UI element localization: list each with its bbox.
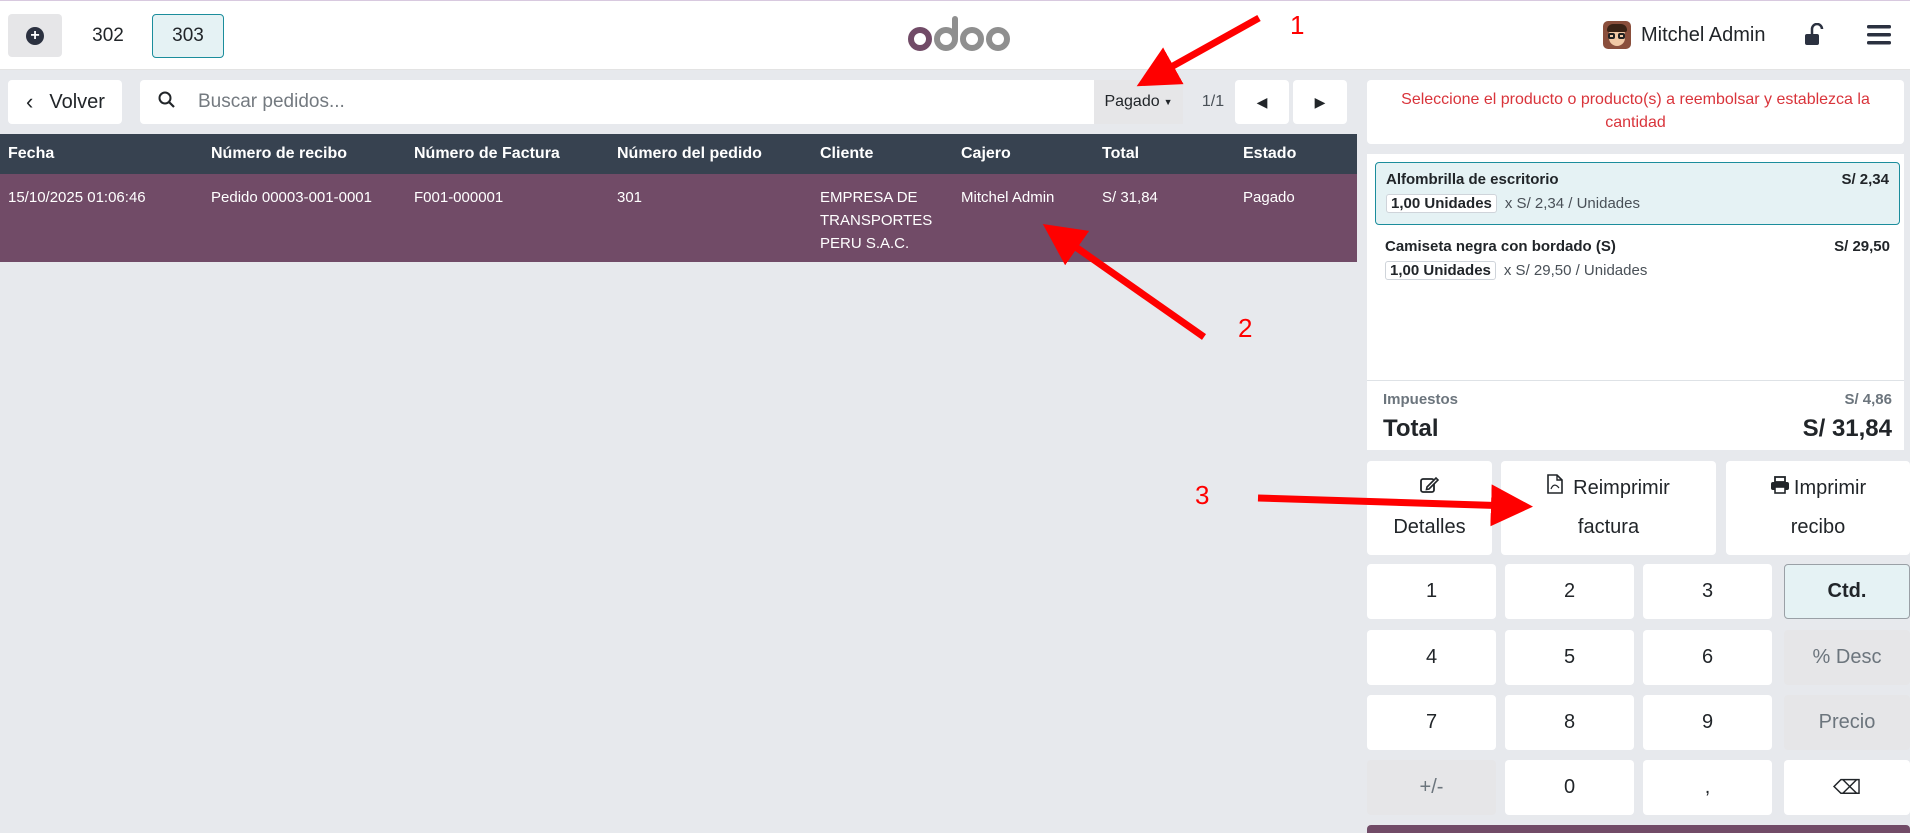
cell-client: EMPRESA DE TRANSPORTES PERU S.A.C.	[820, 189, 933, 252]
total-value: S/ 31,84	[1802, 415, 1892, 442]
back-button[interactable]: ‹ Volver	[8, 80, 122, 124]
orderline-name: Alfombrilla de escritorio	[1386, 171, 1559, 188]
pager-value: 1/1	[1201, 93, 1225, 110]
reprint-invoice-label-line1: Reimprimir	[1573, 477, 1670, 499]
orderline[interactable]: Camiseta negra con bordado (S) S/ 29,50 …	[1375, 230, 1900, 290]
cell-date: 15/10/2025 01:06:46	[8, 189, 146, 206]
back-label: Volver	[49, 90, 105, 113]
cell-invoice: F001-000001	[414, 189, 504, 206]
annotation-number-1: 1	[1290, 10, 1305, 40]
numpad-key-5[interactable]: 5	[1505, 630, 1634, 685]
column-header: Fecha	[8, 145, 55, 162]
orderline-list: Alfombrilla de escritorio S/ 2,34 1,00 U…	[1367, 154, 1904, 380]
search-icon	[158, 91, 176, 114]
hamburger-menu-icon[interactable]	[1866, 23, 1892, 52]
cell-receipt: Pedido 00003-001-0001	[211, 189, 372, 206]
cell-total: S/ 31,84	[1102, 189, 1158, 206]
caret-right-icon: ▶	[1314, 93, 1326, 110]
numpad-price-mode[interactable]: Precio	[1784, 695, 1910, 750]
orderline-qty: 1,00 Unidades	[1385, 261, 1496, 280]
numpad-discount-mode[interactable]: % Desc	[1784, 630, 1910, 685]
order-tab-302[interactable]: 302	[72, 14, 144, 58]
edit-icon	[1419, 469, 1440, 508]
caret-down-icon: ▼	[1163, 97, 1173, 107]
unlock-icon[interactable]	[1803, 22, 1825, 52]
numpad-quantity-mode[interactable]: Ctd.	[1784, 564, 1910, 619]
numpad-key-decimal[interactable]: ,	[1643, 760, 1772, 815]
pdf-file-icon	[1547, 469, 1563, 508]
orderline-unit-price: x S/ 2,34 / Unidades	[1504, 195, 1640, 212]
numpad-key-9[interactable]: 9	[1643, 695, 1772, 750]
top-bar: + 302 303 Mitchel Admin	[0, 0, 1910, 70]
annotation-number-3: 3	[1195, 480, 1210, 510]
caret-left-icon: ◀	[1256, 93, 1268, 110]
column-header: Número de recibo	[211, 145, 348, 162]
payment-button[interactable]	[1367, 825, 1910, 833]
numpad-backspace-icon[interactable]: ⌫	[1784, 760, 1910, 815]
numpad-key-8[interactable]: 8	[1505, 695, 1634, 750]
previous-page-button[interactable]: ◀	[1235, 80, 1289, 124]
order-tab-303[interactable]: 303	[152, 14, 224, 58]
numpad-key-3[interactable]: 3	[1643, 564, 1772, 619]
column-header: Número del pedido	[617, 145, 762, 162]
totals-panel: Impuestos S/ 4,86 Total S/ 31,84	[1367, 380, 1904, 450]
numpad-key-6[interactable]: 6	[1643, 630, 1772, 685]
refund-notice: Seleccione el producto o producto(s) a r…	[1367, 80, 1904, 144]
orderline-unit-price: x S/ 29,50 / Unidades	[1503, 262, 1648, 279]
column-header: Cliente	[820, 145, 874, 162]
numpad-key-4[interactable]: 4	[1367, 630, 1496, 685]
print-receipt-label-line1: Imprimir	[1793, 477, 1867, 499]
orderline-name: Camiseta negra con bordado (S)	[1385, 238, 1616, 255]
filter-label: Pagado	[1104, 93, 1160, 110]
column-header: Cajero	[961, 145, 1011, 162]
avatar	[1603, 21, 1631, 49]
column-header: Número de Factura	[414, 145, 560, 162]
numpad-key-1[interactable]: 1	[1367, 564, 1496, 619]
orderline-selected[interactable]: Alfombrilla de escritorio S/ 2,34 1,00 U…	[1375, 162, 1900, 225]
numpad-key-2[interactable]: 2	[1505, 564, 1634, 619]
numpad-key-7[interactable]: 7	[1367, 695, 1496, 750]
table-row[interactable]: 15/10/2025 01:06:46 Pedido 00003-001-000…	[0, 174, 1357, 262]
cell-order: 301	[617, 189, 643, 206]
cell-status: Pagado	[1243, 189, 1295, 206]
search-bar	[140, 80, 1094, 124]
orderline-price: S/ 29,50	[1834, 238, 1890, 255]
column-header: Estado	[1243, 145, 1297, 162]
user-menu[interactable]: Mitchel Admin	[1603, 21, 1766, 49]
orderline-qty: 1,00 Unidades	[1386, 194, 1497, 213]
user-name: Mitchel Admin	[1641, 23, 1766, 46]
odoo-logo	[907, 14, 1011, 63]
status-filter-dropdown[interactable]: Pagado ▼	[1094, 80, 1183, 124]
total-label: Total	[1383, 415, 1439, 442]
plus-icon: +	[26, 26, 44, 45]
chevron-left-icon: ‹	[26, 89, 34, 114]
tax-label: Impuestos	[1383, 391, 1459, 408]
column-header: Total	[1102, 145, 1140, 162]
annotation-number-2: 2	[1238, 313, 1253, 343]
tax-value: S/ 4,86	[1844, 391, 1892, 408]
cell-cashier: Mitchel Admin	[961, 189, 1055, 206]
reprint-invoice-label-line2: factura	[1577, 516, 1640, 538]
orderline-price: S/ 2,34	[1841, 171, 1889, 188]
print-receipt-button[interactable]: Imprimir recibo	[1726, 461, 1910, 555]
next-page-button[interactable]: ▶	[1293, 80, 1347, 124]
search-input[interactable]	[198, 91, 1058, 113]
print-receipt-label-line2: recibo	[1790, 516, 1846, 538]
printer-icon	[1770, 469, 1790, 508]
details-label: Detalles	[1393, 516, 1466, 538]
new-order-button[interactable]: +	[8, 14, 62, 57]
details-button[interactable]: Detalles	[1367, 461, 1492, 555]
numpad-key-0[interactable]: 0	[1505, 760, 1634, 815]
orders-table-header: Fecha Número de recibo Número de Factura…	[0, 134, 1357, 174]
reprint-invoice-button[interactable]: Reimprimir factura	[1501, 461, 1716, 555]
numpad-plus-minus[interactable]: +/-	[1367, 760, 1496, 815]
